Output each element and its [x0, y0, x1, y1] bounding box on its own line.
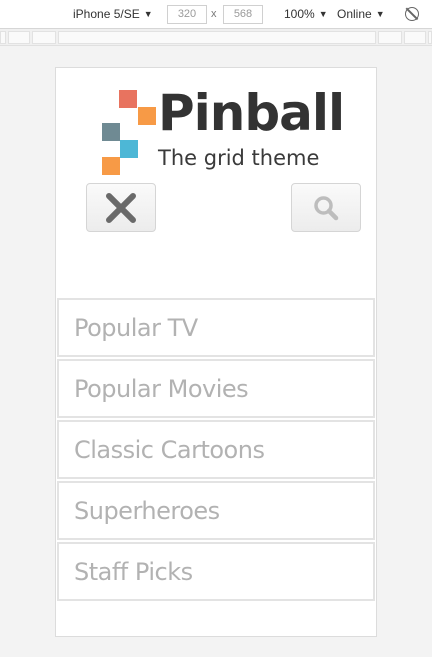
device-select[interactable]: iPhone 5/SE ▼ [73, 7, 153, 21]
nav-item-label: Superheroes [74, 496, 220, 525]
search-button[interactable] [291, 183, 361, 232]
close-menu-button[interactable] [86, 183, 156, 232]
nav-item-staff-picks[interactable]: Staff Picks [57, 542, 375, 601]
zoom-select[interactable]: 100% ▼ [284, 7, 328, 21]
media-query-segment[interactable] [58, 31, 376, 44]
site-title: Pinball [158, 84, 345, 142]
network-caret-icon: ▼ [375, 9, 385, 19]
dimension-separator: x [211, 8, 217, 20]
device-caret-icon: ▼ [143, 9, 153, 19]
site-logo[interactable]: Pinball The grid theme [102, 84, 352, 180]
device-viewport: Pinball The grid theme Popular TV Popula… [55, 67, 377, 637]
logo-square [120, 140, 138, 158]
network-label: Online [337, 7, 372, 21]
site-tagline: The grid theme [158, 146, 320, 170]
nav-item-label: Staff Picks [74, 557, 193, 586]
network-select[interactable]: Online ▼ [337, 7, 385, 21]
search-icon [314, 195, 339, 220]
media-query-segment[interactable] [32, 31, 56, 44]
nav-item-label: Popular Movies [74, 374, 249, 403]
logo-square [102, 123, 120, 141]
nav-item-label: Popular TV [74, 313, 198, 342]
media-query-segment[interactable] [8, 31, 30, 44]
device-toolbar: iPhone 5/SE ▼ 320 x 568 100% ▼ Online ▼ [0, 0, 432, 29]
nav-item-superheroes[interactable]: Superheroes [57, 481, 375, 540]
nav-item-label: Classic Cartoons [74, 435, 265, 464]
nav-item-popular-movies[interactable]: Popular Movies [57, 359, 375, 418]
media-query-bar [0, 29, 432, 46]
zoom-label: 100% [284, 7, 315, 21]
media-query-segment[interactable] [378, 31, 402, 44]
media-query-segment[interactable] [0, 31, 6, 44]
media-query-segment[interactable] [428, 31, 432, 44]
logo-square [138, 107, 156, 125]
width-input[interactable]: 320 [167, 5, 207, 24]
zoom-caret-icon: ▼ [318, 9, 328, 19]
device-label: iPhone 5/SE [73, 7, 140, 21]
height-input[interactable]: 568 [223, 5, 263, 24]
rotate-icon[interactable] [405, 7, 419, 21]
media-query-segment[interactable] [404, 31, 426, 44]
logo-square [119, 90, 137, 108]
logo-square [102, 157, 120, 175]
nav-item-classic-cartoons[interactable]: Classic Cartoons [57, 420, 375, 479]
nav-item-popular-tv[interactable]: Popular TV [57, 298, 375, 357]
close-icon [106, 192, 136, 223]
main-nav: Popular TV Popular Movies Classic Cartoo… [57, 298, 375, 603]
